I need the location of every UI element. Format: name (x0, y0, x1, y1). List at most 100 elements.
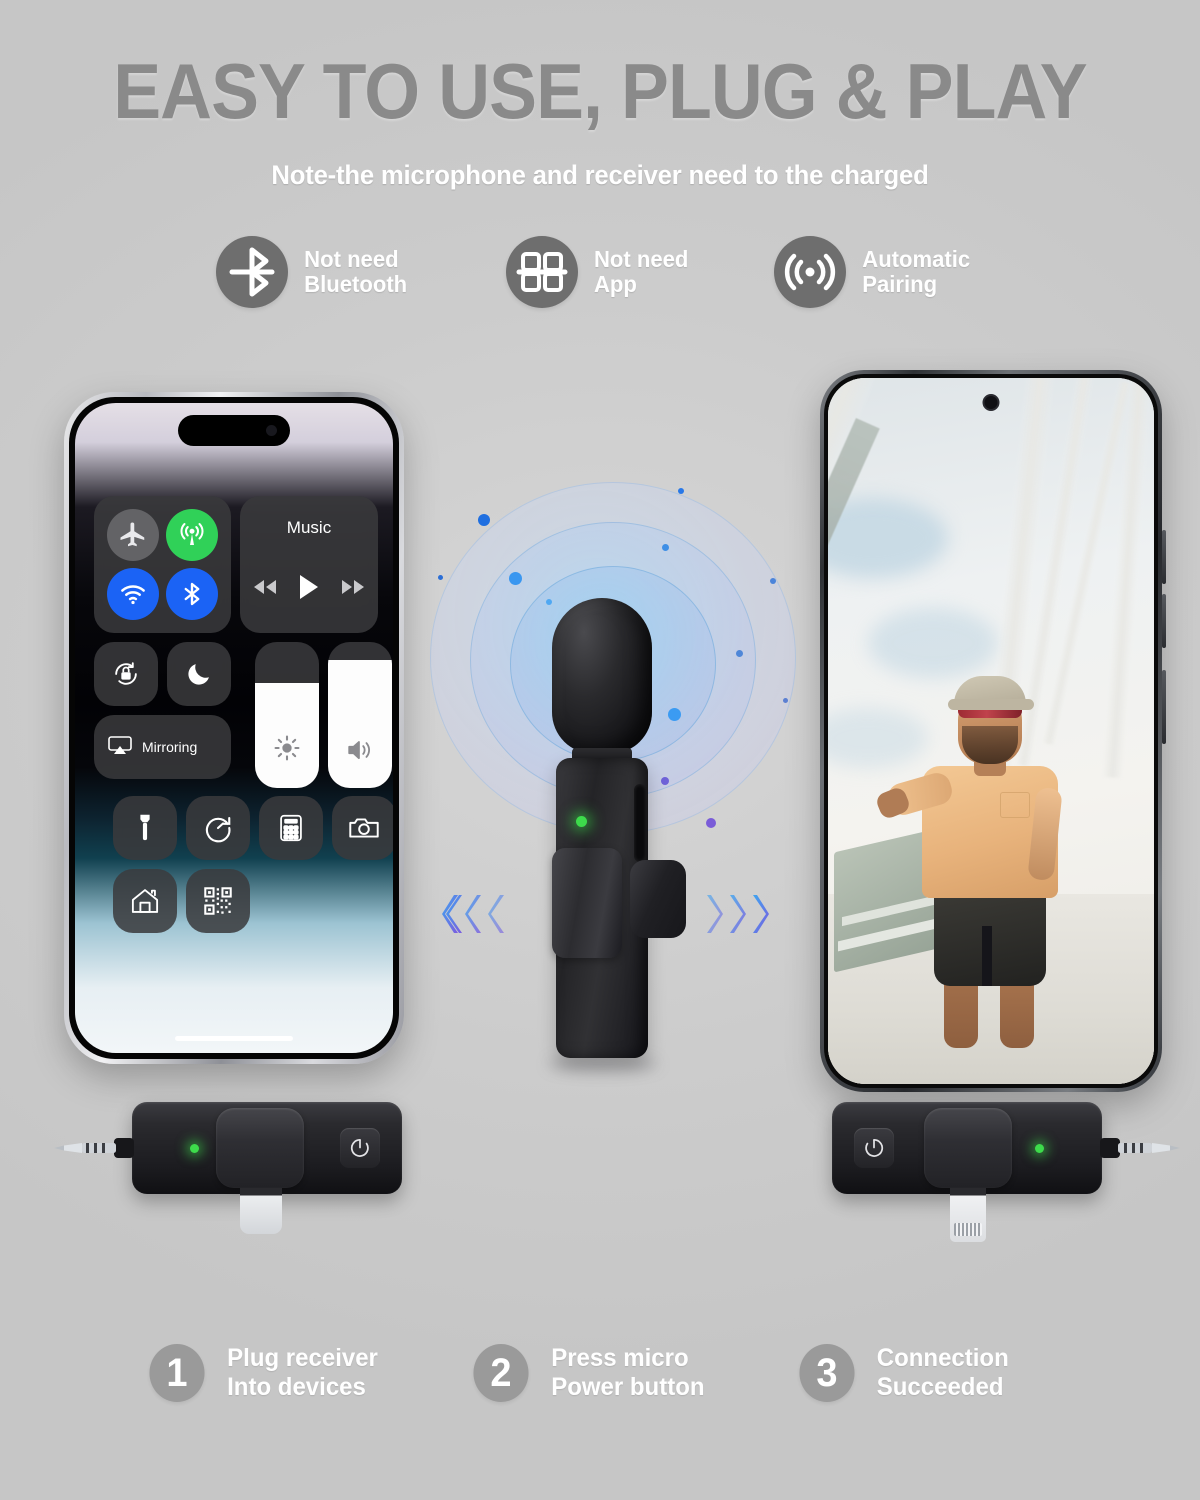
calculator-icon[interactable] (259, 796, 323, 860)
microphone-shadow (548, 1056, 658, 1072)
cellular-icon[interactable] (166, 509, 218, 561)
wifi-icon[interactable] (107, 568, 159, 620)
receiver-led-indicator (1035, 1144, 1044, 1153)
flashlight-icon[interactable] (113, 796, 177, 860)
page-title: EASY TO USE, PLUG & PLAY (113, 47, 1087, 135)
feature-label: Automatic Pairing (862, 246, 971, 297)
brightness-slider[interactable] (255, 642, 319, 788)
signal-dot (509, 572, 522, 585)
arrows-right (703, 892, 769, 936)
iphone-bezel: Music Mirroring (69, 397, 399, 1059)
shortcut-row-1 (113, 796, 393, 860)
mirroring-label: Mirroring (142, 739, 198, 755)
step-number: 2 (473, 1344, 529, 1402)
iphone-device: Music Mirroring (64, 392, 404, 1064)
volume-down-button[interactable] (1162, 594, 1166, 648)
camera-preview (828, 378, 1154, 1084)
infographic-page: EASY TO USE, PLUG & PLAY Note-the microp… (0, 0, 1200, 1500)
feature-not-need-bluetooth: Not need Bluetooth (216, 236, 409, 308)
qr-code-icon[interactable] (186, 869, 250, 933)
airplane-icon[interactable] (107, 509, 159, 561)
power-icon[interactable] (854, 1128, 894, 1168)
step-label: Plug receiver Into devices (227, 1344, 378, 1401)
music-label: Music (286, 518, 332, 537)
feature-label: Not need Bluetooth (304, 246, 408, 297)
step-number: 3 (799, 1344, 855, 1402)
lightning-connector (950, 1188, 986, 1242)
signal-dot (678, 488, 684, 494)
moon-icon[interactable] (167, 642, 231, 706)
signal-dot (783, 698, 788, 703)
airplay-icon (107, 735, 133, 760)
brightness-icon (255, 734, 319, 762)
steps-row: 1 Plug receiver Into devices 2 Press mic… (0, 1332, 1200, 1422)
receiver-raised-block (924, 1108, 1012, 1188)
microphone-clip (552, 848, 622, 958)
volume-up-button[interactable] (1162, 530, 1166, 584)
control-center: Music Mirroring (94, 496, 393, 933)
front-camera-icon (982, 394, 1000, 411)
microphone-side-tab (630, 860, 686, 938)
bluetooth-disabled-icon (216, 236, 288, 308)
power-button[interactable] (1162, 670, 1166, 744)
chevron-left-icon (442, 895, 462, 933)
arrows-left (442, 892, 508, 936)
usb-c-port (634, 784, 646, 862)
receiver-raised-block (216, 1108, 304, 1188)
connectivity-tile (94, 496, 231, 633)
chevron-right-icon (707, 895, 723, 933)
signal-dot (770, 578, 776, 584)
chevron-right-icon (730, 895, 746, 933)
usb-c-connector (240, 1188, 282, 1234)
wireless-signal-icon (774, 236, 846, 308)
step-label: Press micro Power button (551, 1344, 705, 1401)
chevron-left-icon (465, 895, 481, 933)
usb-c-receiver (54, 1102, 402, 1234)
chevron-left-icon (488, 895, 504, 933)
signal-dot (478, 514, 490, 526)
headphone-jack-plug (52, 1136, 134, 1160)
volume-slider[interactable] (328, 642, 392, 788)
lavalier-microphone (538, 598, 686, 1058)
play-icon[interactable] (298, 574, 320, 605)
rotation-lock-icon[interactable] (94, 642, 158, 706)
microphone-illustration (430, 470, 800, 1110)
android-screen[interactable] (828, 378, 1154, 1084)
lightning-receiver (832, 1102, 1180, 1242)
timer-icon[interactable] (186, 796, 250, 860)
music-controls (240, 574, 378, 605)
signal-dot (668, 708, 681, 721)
shortcut-row-2 (113, 869, 250, 933)
app-grid-disabled-icon (506, 236, 578, 308)
front-camera-lens (266, 425, 277, 436)
screen-mirroring-tile[interactable]: Mirroring (94, 715, 231, 779)
bluetooth-icon[interactable] (166, 568, 218, 620)
music-widget[interactable]: Music (240, 496, 378, 633)
step-1: 1 Plug receiver Into devices (148, 1344, 381, 1402)
feature-not-need-app: Not need App (506, 236, 690, 308)
fast-forward-icon[interactable] (341, 579, 365, 600)
signal-dot (438, 575, 443, 580)
feature-automatic-pairing: Automatic Pairing (774, 236, 972, 308)
feature-label: Not need App (593, 246, 689, 297)
person-in-preview (874, 618, 1086, 1048)
android-bezel (824, 374, 1158, 1088)
page-subtitle: Note-the microphone and receiver need to… (271, 160, 929, 190)
home-indicator (175, 1036, 293, 1041)
step-label: Connection Succeeded (876, 1344, 1009, 1401)
step-number: 1 (149, 1344, 205, 1402)
rewind-icon[interactable] (253, 579, 277, 600)
step-3: 3 Connection Succeeded (798, 1344, 1012, 1402)
chevron-right-icon (753, 895, 769, 933)
camera-icon[interactable] (332, 796, 393, 860)
signal-dot (706, 818, 716, 828)
microphone-head (552, 598, 652, 754)
power-icon[interactable] (340, 1128, 380, 1168)
iphone-screen[interactable]: Music Mirroring (75, 403, 393, 1053)
headphone-jack-plug (1100, 1136, 1182, 1160)
slider-group (255, 642, 392, 788)
android-device (820, 370, 1166, 1092)
dynamic-island (178, 415, 290, 446)
signal-dot (662, 544, 669, 551)
home-icon[interactable] (113, 869, 177, 933)
